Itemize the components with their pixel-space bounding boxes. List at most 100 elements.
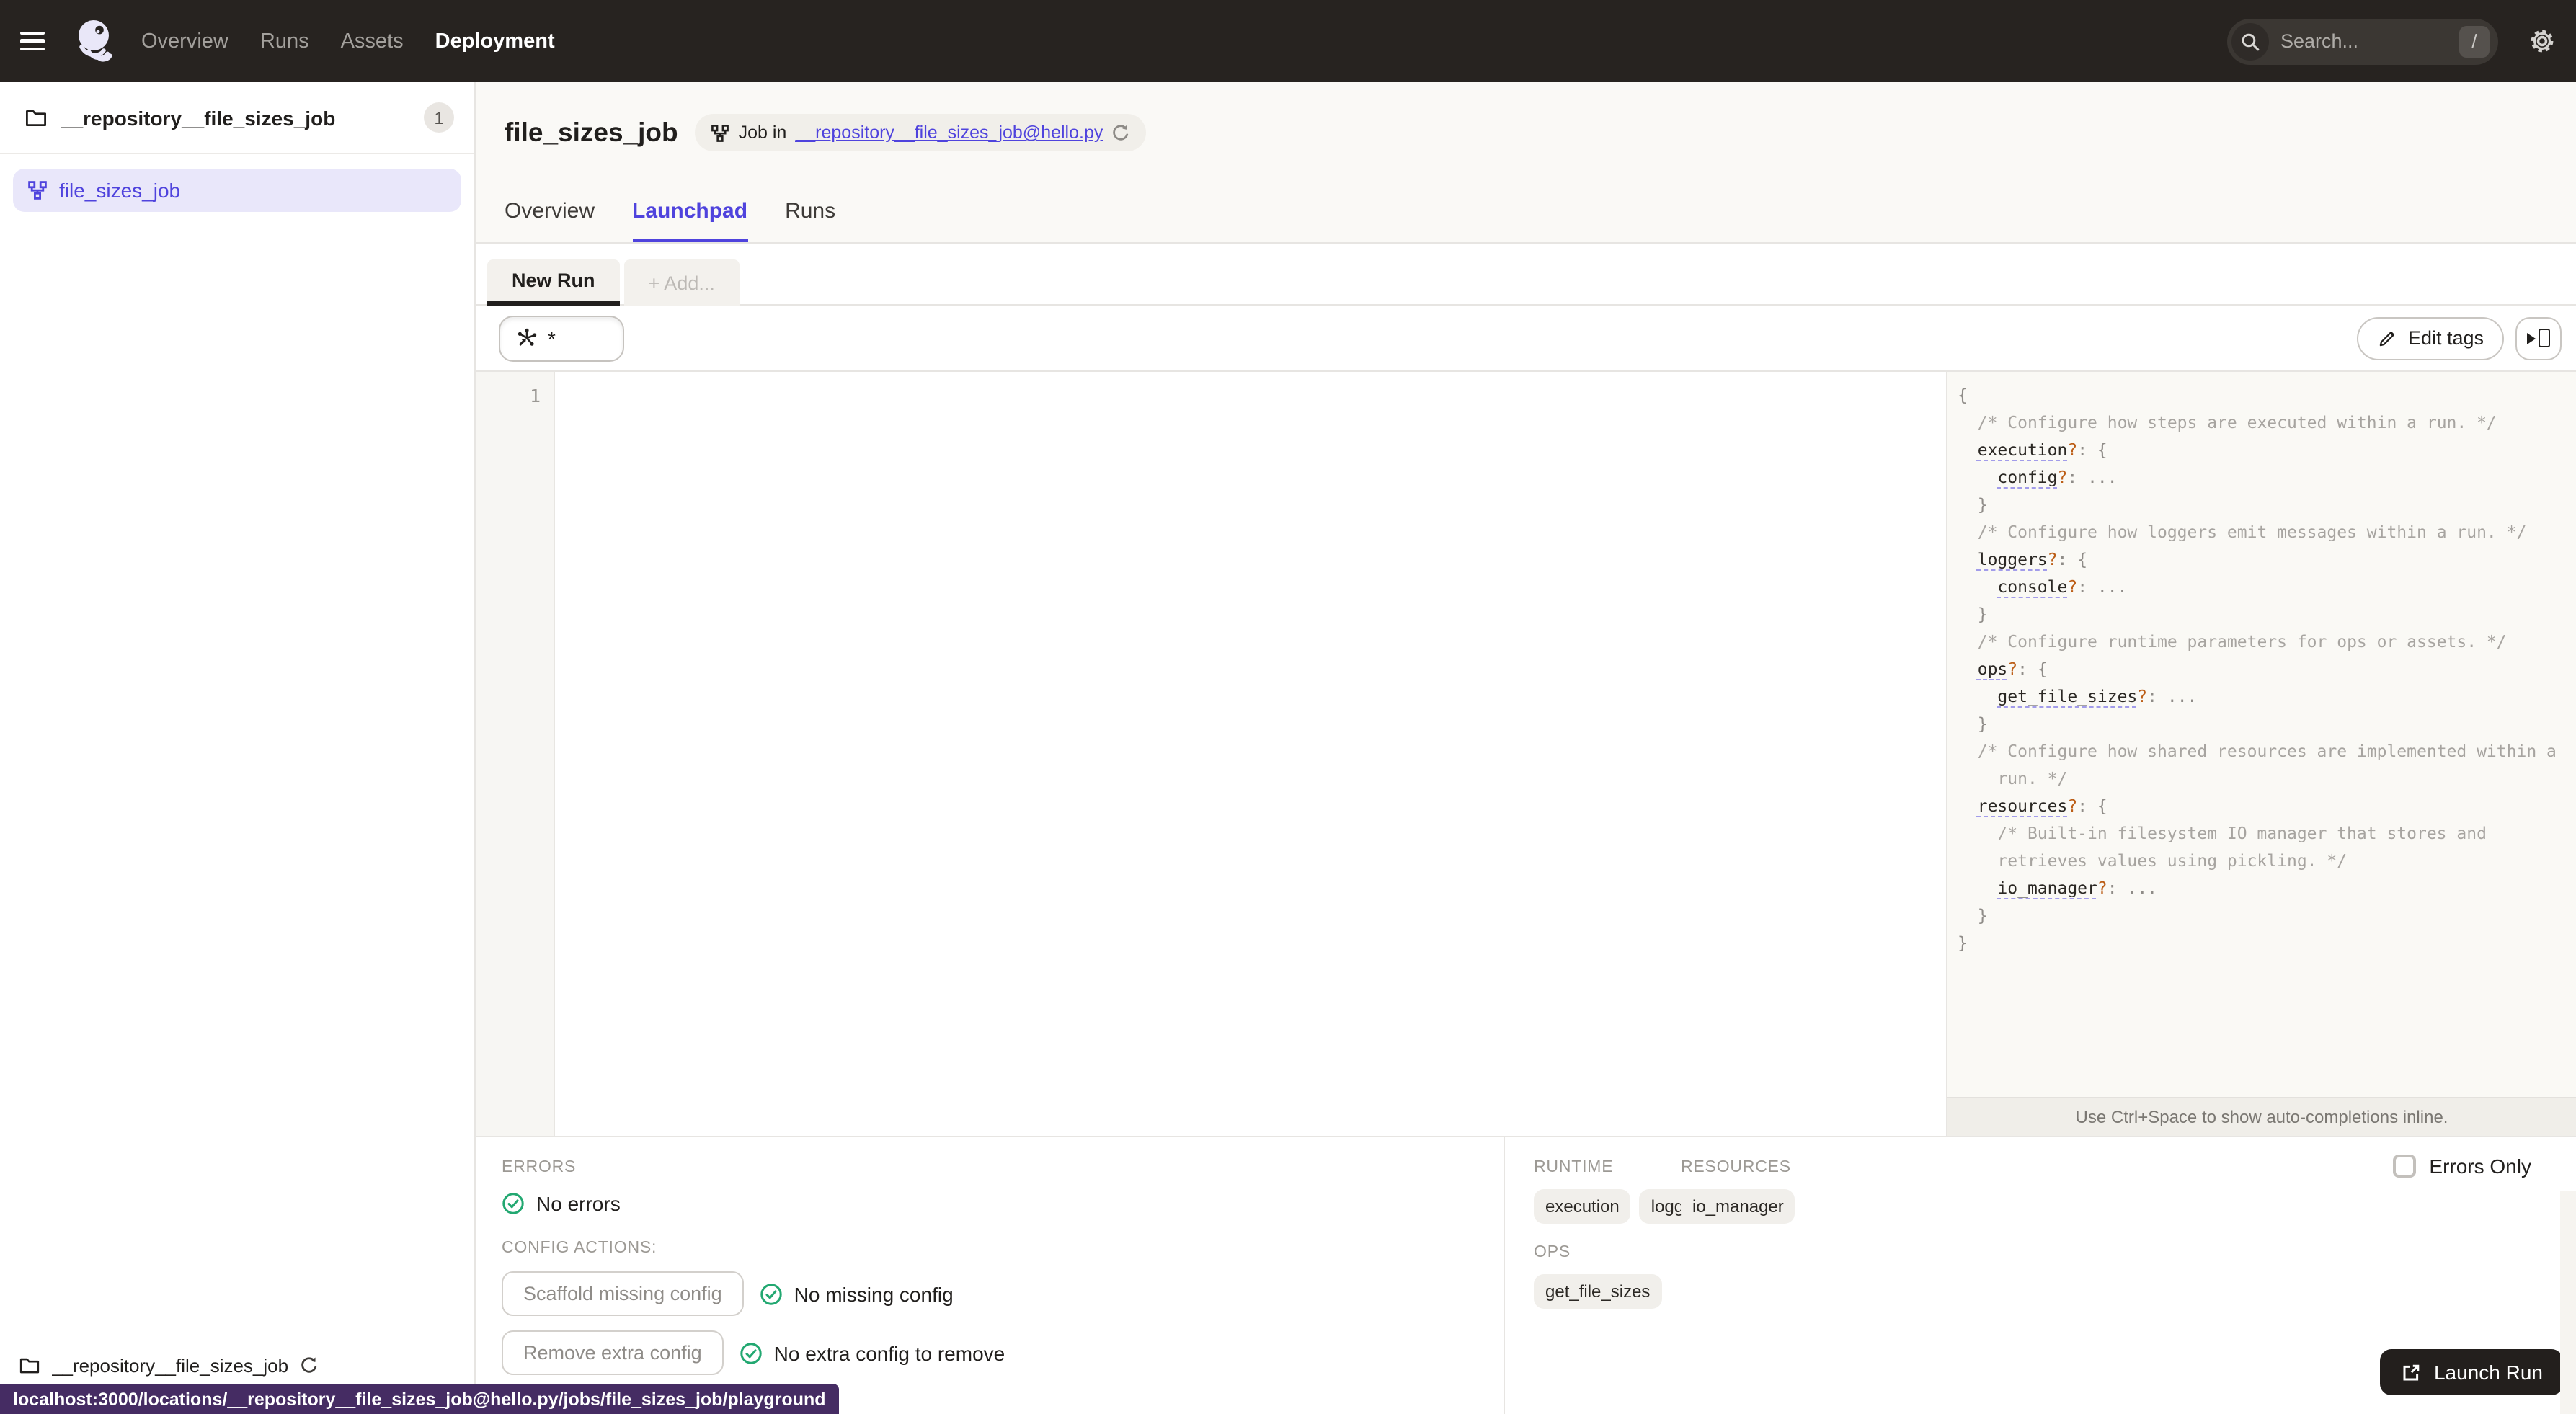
launch-icon xyxy=(2404,1364,2420,1380)
repo-location-link[interactable]: __repository__file_sizes_job@hello.py xyxy=(795,123,1103,143)
schema-line: ops?: { xyxy=(1977,659,2048,679)
main-area: file_sizes_job Job in __repository__file… xyxy=(476,82,2576,1414)
schema-line: io_manager?: ... xyxy=(1997,878,2158,898)
browser-status-bar: localhost:3000/locations/__repository__f… xyxy=(0,1384,839,1414)
check-circle-icon xyxy=(502,1193,524,1214)
launchpad-config-tabs: New Run + Add... xyxy=(476,244,2576,306)
edit-tags-label: Edit tags xyxy=(2407,327,2484,349)
gear-icon[interactable] xyxy=(2528,27,2556,55)
schema-line: execution?: { xyxy=(1977,440,2108,460)
repo-group-name: __repository__file_sizes_job xyxy=(61,106,336,129)
footer-repo-name: __repository__file_sizes_job xyxy=(52,1355,289,1377)
search-shortcut-badge: / xyxy=(2459,25,2490,57)
job-context-prefix: Job in xyxy=(738,123,787,143)
errors-only-toggle[interactable]: Errors Only xyxy=(2393,1155,2531,1178)
launch-run-button[interactable]: Launch Run xyxy=(2380,1349,2563,1395)
schema-line: get_file_sizes?: ... xyxy=(1997,686,2198,706)
job-graph-icon xyxy=(711,124,729,141)
tab-overview[interactable]: Overview xyxy=(505,199,595,242)
dagster-app: Overview Runs Assets Deployment Search..… xyxy=(0,0,2576,1414)
schema-line: } xyxy=(1958,494,1988,515)
schema-line: retrieves values using pickling. */ xyxy=(1997,850,2348,871)
job-context-pill: Job in __repository__file_sizes_job@hell… xyxy=(695,114,1147,151)
scaffold-missing-config-button[interactable]: Scaffold missing config xyxy=(502,1271,744,1316)
search-input[interactable]: Search... / xyxy=(2227,18,2498,64)
schema-line: } xyxy=(1958,905,1988,925)
errors-status: No errors xyxy=(536,1192,621,1215)
schema-line: { xyxy=(1958,385,1968,405)
runtime-tag-execution[interactable]: execution xyxy=(1534,1189,1631,1224)
ops-label: OPS xyxy=(1534,1244,1571,1261)
errors-label: ERRORS xyxy=(502,1159,577,1176)
folder-icon xyxy=(26,110,46,125)
line-number: 1 xyxy=(529,385,541,406)
left-sidebar: __repository__file_sizes_job 1 file_size… xyxy=(0,82,476,1414)
nav-link-assets[interactable]: Assets xyxy=(341,30,404,53)
toggle-config-panel-button[interactable] xyxy=(2515,316,2562,360)
job-page-header: file_sizes_job Job in __repository__file… xyxy=(476,82,2576,244)
resources-label: RESOURCES xyxy=(1681,1159,1791,1176)
tab-runs[interactable]: Runs xyxy=(785,199,835,242)
nav-link-overview[interactable]: Overview xyxy=(141,30,228,53)
check-circle-icon xyxy=(760,1283,782,1304)
editor-workspace: 1 { /* Configure how steps are executed … xyxy=(476,372,2576,1136)
play-triangle-icon xyxy=(2527,332,2536,344)
op-selector-value: * xyxy=(548,326,556,350)
nav-link-deployment[interactable]: Deployment xyxy=(435,30,555,53)
reload-icon[interactable] xyxy=(1111,123,1130,142)
runtime-label: RUNTIME xyxy=(1534,1159,1614,1176)
schema-line: /* Configure how steps are executed with… xyxy=(1977,412,2497,432)
schema-line: } xyxy=(1958,604,1988,624)
sidebar-item-file-sizes-job[interactable]: file_sizes_job xyxy=(13,169,461,212)
top-nav: Overview Runs Assets Deployment Search..… xyxy=(0,0,2576,82)
resources-section: RESOURCES io_manager xyxy=(1681,1159,1795,1224)
sidebar-divider xyxy=(0,153,474,154)
launchpad-toolbar: * Edit tags xyxy=(476,306,2576,372)
pencil-icon xyxy=(2380,331,2395,346)
autocomplete-hint: Use Ctrl+Space to show auto-completions … xyxy=(1947,1097,2576,1136)
config-schema-code: { /* Configure how steps are executed wi… xyxy=(1947,372,2576,957)
config-sections-panel: RUNTIME execution loggers RESOURCES io_m… xyxy=(1504,1137,2576,1414)
runtime-section: RUNTIME execution loggers xyxy=(1534,1159,1720,1224)
remove-extra-config-button[interactable]: Remove extra config xyxy=(502,1330,724,1375)
schema-line: /* Configure runtime parameters for ops … xyxy=(1977,631,2507,652)
resource-tag-io-manager[interactable]: io_manager xyxy=(1681,1189,1795,1224)
config-editor: 1 xyxy=(476,372,1946,1136)
folder-icon xyxy=(19,1358,40,1374)
panel-rect-icon xyxy=(2539,329,2550,347)
job-graph-icon xyxy=(28,181,47,200)
op-selector-input[interactable]: * xyxy=(499,315,624,361)
add-config-tab-button[interactable]: + Add... xyxy=(623,259,740,306)
tab-launchpad[interactable]: Launchpad xyxy=(632,199,748,242)
editor-text-area[interactable] xyxy=(555,372,1946,1136)
schema-line: run. */ xyxy=(1997,768,2068,788)
schema-line: config?: ... xyxy=(1997,467,2118,487)
schema-line: } xyxy=(1958,713,1988,734)
config-actions-label: CONFIG ACTIONS: xyxy=(502,1240,657,1257)
schema-line: loggers?: { xyxy=(1977,549,2088,569)
sidebar-footer-repo[interactable]: __repository__file_sizes_job xyxy=(19,1355,460,1377)
scrollbar-track[interactable] xyxy=(2560,1191,2576,1414)
primary-nav: Overview Runs Assets Deployment xyxy=(141,30,555,53)
sidebar-item-label: file_sizes_job xyxy=(59,179,181,202)
op-tag-get-file-sizes[interactable]: get_file_sizes xyxy=(1534,1274,1662,1309)
search-placeholder: Search... xyxy=(2280,30,2359,52)
schema-line: resources?: { xyxy=(1977,796,2108,816)
hamburger-menu-icon[interactable] xyxy=(20,27,55,55)
check-circle-icon xyxy=(740,1342,762,1364)
octopus-logo-icon xyxy=(79,19,112,61)
nav-link-runs[interactable]: Runs xyxy=(260,30,309,53)
schema-line: /* Configure how shared resources are im… xyxy=(1977,741,2557,761)
edit-tags-button[interactable]: Edit tags xyxy=(2357,316,2504,360)
search-icon xyxy=(2231,22,2269,60)
schema-line: /* Built-in filesystem IO manager that s… xyxy=(1997,823,2487,843)
dagster-logo[interactable] xyxy=(72,17,121,66)
page-title: file_sizes_job xyxy=(505,117,678,147)
reload-repository-icon[interactable] xyxy=(300,1356,319,1375)
errors-only-checkbox[interactable] xyxy=(2393,1155,2417,1178)
repo-job-count-badge: 1 xyxy=(424,102,454,133)
config-schema-panel: { /* Configure how steps are executed wi… xyxy=(1946,372,2576,1136)
sidebar-repo-group[interactable]: __repository__file_sizes_job 1 xyxy=(0,82,474,153)
config-tab-new-run[interactable]: New Run xyxy=(487,259,620,306)
missing-config-status: No missing config xyxy=(794,1282,954,1305)
